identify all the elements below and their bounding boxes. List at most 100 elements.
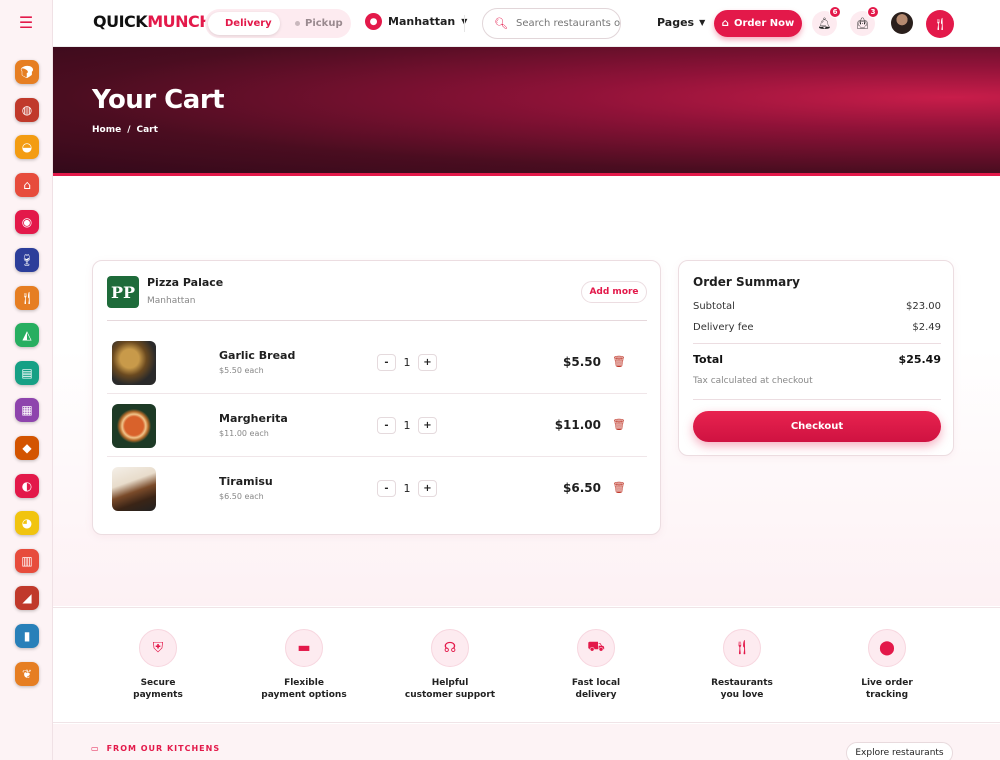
search-input[interactable] — [515, 18, 620, 29]
location-pin-icon: ● — [365, 13, 382, 30]
location-selector[interactable]: ● Manhattan ▼ — [365, 13, 467, 30]
summary-divider — [693, 399, 941, 400]
burger-icon[interactable]: ▦ — [15, 398, 39, 423]
leaf-icon[interactable]: ❦ — [15, 661, 39, 686]
fork-knife-icon: 🍴︎ — [723, 629, 761, 667]
features-strip: ⛨ Secure payments ▬ Flexible payment opt… — [53, 607, 1000, 723]
shield-icon: ⛨ — [139, 629, 177, 667]
cart-badge: 3 — [867, 6, 879, 18]
decrease-quantity-button[interactable]: - — [377, 417, 396, 434]
decrease-quantity-button[interactable]: - — [377, 354, 396, 371]
margherita-image — [112, 404, 156, 448]
meat-icon[interactable]: ◆ — [15, 436, 39, 460]
trash-icon[interactable]: 🗑︎ — [612, 418, 626, 431]
page-hero: Your Cart Home / Cart — [53, 47, 1000, 173]
bowl-icon[interactable]: ◒ — [15, 135, 39, 160]
wallet-icon: ▬ — [285, 629, 323, 667]
feature-item: ⛟ Fast local delivery — [523, 629, 669, 701]
pizza-slice-icon[interactable]: ◭ — [15, 323, 39, 348]
fork-knife-icon: 🍴︎ — [932, 17, 948, 31]
quantity-value: 1 — [403, 482, 411, 495]
drumstick-icon[interactable]: ◕ — [15, 511, 39, 536]
increase-quantity-button[interactable]: + — [418, 417, 437, 434]
explore-restaurants-button[interactable]: Explore restaurants — [846, 742, 953, 760]
headset-icon: ☊ — [431, 629, 469, 667]
item-total: $5.50 — [563, 355, 601, 369]
restaurant-name: Pizza Palace — [147, 276, 224, 289]
pages-menu[interactable]: Pages ▼ — [657, 16, 705, 29]
search-icon: 🔍︎ — [494, 17, 508, 30]
add-more-button[interactable]: Add more — [581, 281, 647, 303]
feature-item: ⛨ Secure payments — [85, 629, 231, 701]
bread-icon[interactable]: 🍞︎ — [15, 60, 39, 84]
feature-item: ⬤ Live order tracking — [814, 629, 960, 701]
trash-icon[interactable]: 🗑︎ — [612, 355, 626, 368]
donut-icon[interactable]: ◍ — [15, 97, 39, 122]
order-summary-title: Order Summary — [693, 275, 800, 289]
tiramisu-image — [112, 467, 156, 511]
menu-card-icon[interactable]: ▥ — [15, 548, 39, 573]
delivery-option[interactable]: Delivery — [208, 12, 280, 35]
breadcrumb-separator: / — [127, 125, 131, 135]
drink-icon[interactable]: ▮ — [15, 624, 39, 648]
quantity-value: 1 — [403, 419, 411, 432]
cart-button[interactable]: 👜︎ 3 — [850, 6, 879, 36]
feature-item: ☊ Helpful customer support — [377, 629, 523, 701]
category-rail: ☰ 🍞︎ ◍ ◒ ⌂ ◉ 🍷︎ 🍴︎ ◭ ▤ ▦ ◆ ◐ ◕ ▥ ◢ ▮ ❦ — [0, 0, 53, 760]
bell-icon: 🔔︎ — [817, 17, 832, 30]
shopping-bag-icon: 👜︎ — [855, 17, 870, 30]
quantity-value: 1 — [403, 356, 411, 369]
chevron-down-icon: ▼ — [699, 18, 706, 27]
fork-knife-icon[interactable]: 🍴︎ — [15, 285, 39, 310]
cart-divider — [107, 320, 647, 321]
top-header: QUICKMUNCH. Delivery Pickup ● Manhattan … — [53, 0, 1000, 47]
breadcrumb-home[interactable]: Home — [92, 125, 121, 135]
sandwich-icon[interactable]: ▤ — [15, 360, 39, 385]
cart-item: Garlic Bread $5.50 each - 1 + $5.50 🗑︎ — [107, 331, 647, 394]
tax-note: Tax calculated at checkout — [693, 376, 813, 386]
brand-logo[interactable]: QUICKMUNCH. — [93, 12, 218, 31]
quantity-stepper: - 1 + — [377, 417, 437, 434]
shrimp-icon[interactable]: ◐ — [15, 473, 39, 498]
delivery-mode-toggle: Delivery Pickup — [205, 9, 351, 38]
quantity-stepper: - 1 + — [377, 354, 437, 371]
notifications-button[interactable]: 🔔︎ 6 — [812, 6, 841, 36]
inactive-dot-icon — [295, 21, 300, 26]
increase-quantity-button[interactable]: + — [418, 480, 437, 497]
cupcake-icon[interactable]: ⌂ — [15, 172, 39, 197]
plate-icon[interactable]: ◉ — [15, 210, 39, 235]
item-name: Garlic Bread — [219, 349, 296, 362]
cloche-icon: ⌂ — [721, 18, 729, 29]
item-unit-price: $5.50 each — [219, 366, 264, 375]
checkout-button[interactable]: Checkout — [693, 411, 941, 442]
subtotal-row: Subtotal $23.00 — [693, 301, 941, 312]
garlic-bread-image — [112, 341, 156, 385]
cart-item: Tiramisu $6.50 each - 1 + $6.50 🗑︎ — [107, 457, 647, 520]
restaurant-location: Manhattan — [147, 296, 196, 306]
location-pin-icon: ⬤ — [868, 629, 906, 667]
cart-card: PP Pizza Palace Manhattan Add more Garli… — [92, 260, 661, 535]
cart-item: Margherita $11.00 each - 1 + $11.00 🗑︎ — [107, 394, 647, 457]
wine-icon[interactable]: 🍷︎ — [15, 248, 39, 272]
decrease-quantity-button[interactable]: - — [377, 480, 396, 497]
breadcrumb-current: Cart — [136, 125, 158, 135]
kitchens-section: ▭ FROM OUR KITCHENS Explore restaurants — [53, 724, 1000, 760]
order-now-button[interactable]: ⌂ Order Now — [714, 10, 802, 37]
restaurant-menu-button[interactable]: 🍴︎ — [926, 10, 954, 38]
pickup-option[interactable]: Pickup — [283, 12, 355, 35]
item-unit-price: $6.50 each — [219, 492, 264, 501]
trash-icon[interactable]: 🗑︎ — [612, 481, 626, 494]
kitchen-icon: ▭ — [91, 744, 100, 753]
hamburger-icon[interactable]: ☰ — [17, 15, 35, 31]
kitchens-heading: ▭ FROM OUR KITCHENS — [91, 744, 221, 753]
summary-divider — [693, 343, 941, 344]
cheese-icon[interactable]: ◢ — [15, 586, 39, 611]
avatar[interactable] — [891, 12, 913, 34]
item-unit-price: $11.00 each — [219, 429, 269, 438]
feature-item: ▬ Flexible payment options — [231, 629, 377, 701]
feature-item: 🍴︎ Restaurants you love — [669, 629, 815, 701]
increase-quantity-button[interactable]: + — [418, 354, 437, 371]
item-name: Tiramisu — [219, 475, 273, 488]
header-divider — [464, 15, 465, 32]
subtotal-value: $23.00 — [906, 301, 941, 312]
